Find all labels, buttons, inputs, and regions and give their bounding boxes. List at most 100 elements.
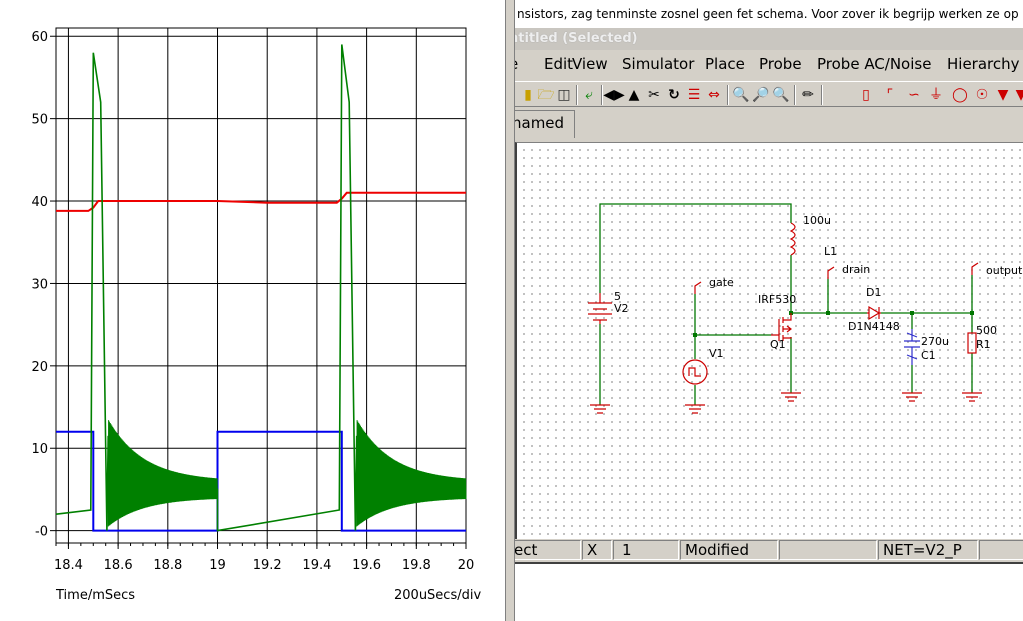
tab-unnamed[interactable]: named	[515, 110, 576, 138]
l1-name: L1	[824, 245, 838, 258]
pane-splitter[interactable]	[505, 0, 515, 621]
c1-name: C1	[921, 349, 936, 362]
zoom-fit-icon[interactable]: 🔍	[771, 84, 791, 106]
status-modified: Modified	[680, 540, 778, 560]
q1-name: Q1	[770, 338, 786, 351]
ground-r1-icon	[962, 392, 982, 402]
menu-hierarchy[interactable]: Hierarchy	[947, 55, 1020, 73]
led-icon[interactable]: ▼	[1011, 84, 1023, 106]
y-tick-label: 30	[31, 277, 48, 292]
y-tick-label: 50	[31, 113, 48, 128]
menu-edit[interactable]: Edit	[544, 55, 573, 73]
x-tick-label: 18.6	[104, 558, 133, 573]
x-tick-label: 19.2	[253, 558, 282, 573]
menu-simulator[interactable]: Simulator	[622, 55, 694, 73]
status-x-label: X	[582, 540, 612, 560]
x-tick-label: 19.4	[302, 558, 331, 573]
gate-probe-label: gate	[709, 276, 734, 289]
menu-view[interactable]: View	[572, 55, 608, 73]
cut-icon[interactable]: ✂	[644, 84, 664, 106]
background-text: nsistors, zag tenminste zosnel geen fet …	[515, 0, 1023, 28]
inductor-icon[interactable]: ∽	[904, 84, 924, 106]
y-tick-label: -0	[35, 525, 48, 540]
save-icon[interactable]: ◫	[554, 84, 574, 106]
menu-place[interactable]: Place	[705, 55, 745, 73]
ground-icon[interactable]: ⏚	[926, 84, 946, 106]
c1-capacitor-icon	[904, 329, 920, 365]
v2-battery-icon	[588, 293, 612, 324]
schematic-editor-window: nsistors, zag tenminste zosnel geen fet …	[515, 0, 1023, 621]
status-empty	[779, 540, 877, 560]
undo-icon[interactable]: ⤶	[579, 84, 599, 106]
r1-value: 500	[976, 324, 997, 337]
r1-resistor-icon	[967, 332, 977, 354]
wire-v2-top	[599, 203, 792, 293]
x-tick-label: 18.8	[153, 558, 182, 573]
output-probe-label: output	[986, 264, 1023, 277]
toolbar: ▮ 🗁 ◫ ⤶ ◀▶ ▲ ✂ ↻ ☰ ⇔ 🔍 🔎 🔍 ✏ ▯ ⌜ ∽ ⏚ ◯ ☉…	[515, 81, 1023, 107]
ground-v2-icon	[590, 404, 610, 414]
rotate-icon[interactable]: ↻	[664, 84, 684, 106]
zoom-out-icon[interactable]: 🔎	[751, 84, 771, 106]
l1-value: 100u	[803, 214, 831, 227]
x-tick-label: 19.6	[352, 558, 381, 573]
wire-icon[interactable]: ☰	[684, 84, 704, 106]
menu-probe-ac-noise[interactable]: Probe AC/Noise	[817, 55, 931, 73]
l1-inductor-icon	[789, 222, 796, 256]
flip-horizontal-icon[interactable]: ◀▶	[603, 84, 625, 106]
q1-mosfet-icon	[771, 313, 792, 341]
status-mode: ect	[515, 540, 581, 560]
y-tick-label: 10	[31, 442, 48, 457]
resistor-icon[interactable]: ▯	[856, 84, 876, 106]
x-tick-label: 18.4	[54, 558, 83, 573]
r1-name: R1	[976, 338, 991, 351]
d1-model: D1N4148	[848, 320, 900, 333]
menu-file-partial[interactable]: e	[515, 55, 518, 73]
y-tick-label: 60	[31, 30, 48, 45]
waveform-plot[interactable]: 18.4 18.6 18.8 19 19.2 19.4 19.6 19.8 20 60 50 40 30…	[0, 0, 505, 621]
ground-c1-icon	[902, 392, 922, 402]
output-probe-icon	[971, 262, 979, 275]
drain-probe-label: drain	[842, 263, 871, 276]
lower-area	[515, 562, 1023, 621]
mirror-icon[interactable]: ▲	[624, 84, 644, 106]
delete-wire-icon[interactable]: ⇔	[704, 84, 724, 106]
status-bar: ect X 1 Modified NET=V2_P	[515, 539, 1023, 561]
window-title-bar[interactable]: ntitled (Selected)	[515, 28, 1023, 50]
status-net: NET=V2_P	[878, 540, 978, 560]
ground-q1-icon	[781, 392, 801, 402]
q1-model: IRF530	[758, 293, 797, 306]
gate-probe-icon	[694, 281, 702, 294]
status-extra	[979, 540, 1023, 560]
d1-name: D1	[866, 286, 882, 299]
capacitor-icon[interactable]: ⌜	[880, 84, 900, 106]
sheet-tabs: named	[515, 108, 1023, 140]
v2-value: 5	[614, 290, 621, 303]
x-tick-label: 19.8	[402, 558, 431, 573]
new-file-icon[interactable]: ▮	[518, 84, 538, 106]
drain-probe-icon	[827, 266, 835, 279]
waveform-chart: 18.4 18.6 18.8 19 19.2 19.4 19.6 19.8 20 60 50 40 30…	[31, 27, 475, 573]
pencil-icon[interactable]: ✏	[798, 84, 818, 106]
ground-v1-icon	[685, 404, 705, 414]
y-tick-label: 20	[31, 360, 48, 375]
zoom-in-icon[interactable]: 🔍	[731, 84, 751, 106]
window-title: ntitled (Selected)	[515, 31, 638, 46]
d1-diode-icon	[867, 305, 881, 321]
schematic-canvas[interactable]: 5 V2 gate V1 100u L1 drain IRF530 Q1 D1 …	[515, 142, 1023, 539]
menu-probe[interactable]: Probe	[759, 55, 802, 73]
menu-bar: e Edit View Simulator Place Probe Probe …	[515, 52, 1023, 78]
voltage-source-icon[interactable]: ◯	[950, 84, 970, 106]
v2-name: V2	[614, 302, 629, 315]
x-tick-label: 19	[209, 558, 226, 573]
x-axis-label: Time/mSecs	[56, 588, 136, 603]
y-tick-label: 40	[31, 195, 48, 210]
status-x-value: 1	[613, 540, 679, 560]
v1-name: V1	[709, 347, 724, 360]
c1-value: 270u	[921, 335, 949, 348]
time-per-division-label: 200uSecs/div	[394, 588, 482, 603]
open-file-icon[interactable]: 🗁	[536, 84, 556, 106]
diode-icon[interactable]: ▼	[993, 84, 1013, 106]
current-source-icon[interactable]: ☉	[972, 84, 992, 106]
x-tick-label: 20	[458, 558, 475, 573]
